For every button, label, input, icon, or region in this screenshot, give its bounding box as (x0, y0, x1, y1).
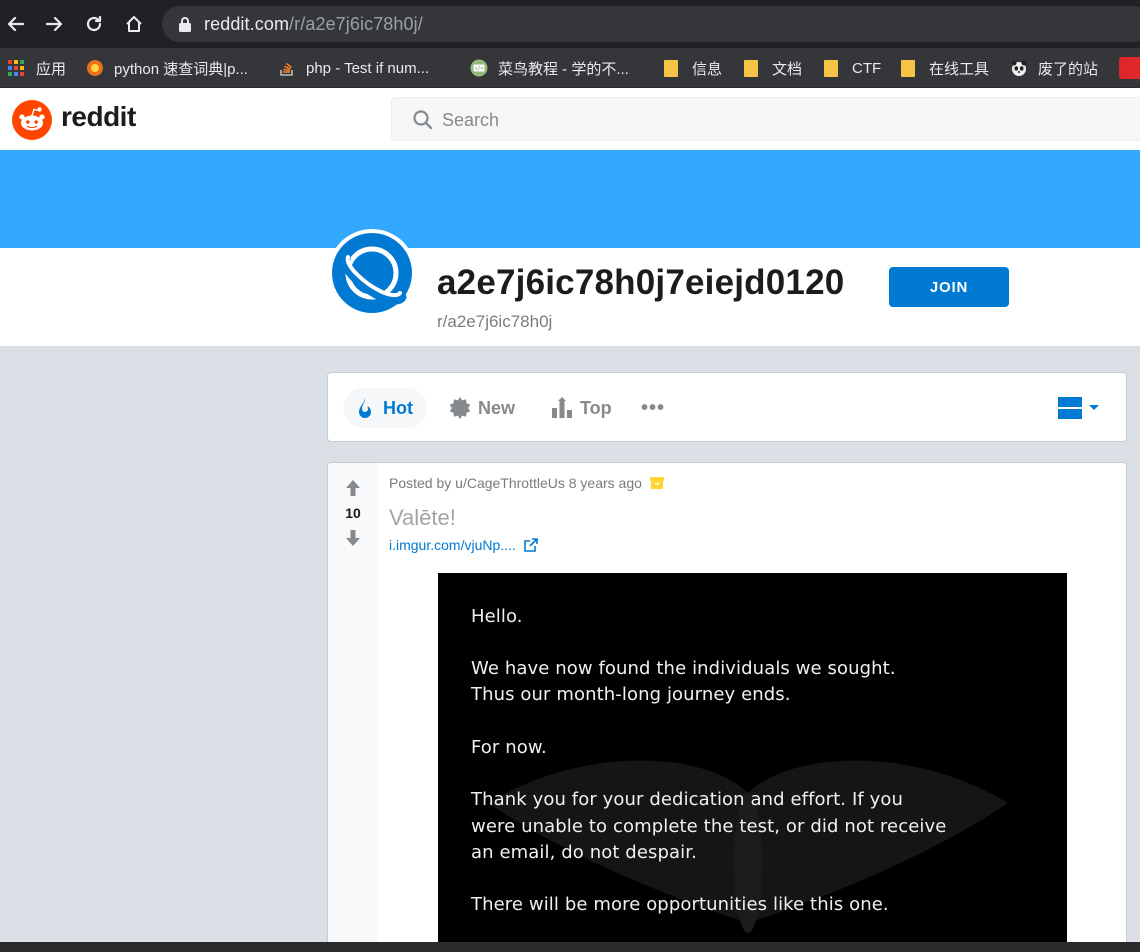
bookmark-apps[interactable]: 应用 (8, 56, 66, 80)
home-button[interactable] (120, 10, 148, 38)
sort-new-label: New (478, 397, 516, 418)
vote-score: 10 (345, 505, 361, 521)
bookmark-label: 信息 (692, 60, 723, 78)
subreddit-banner (0, 150, 1140, 248)
runoob-icon: </> (470, 59, 488, 77)
post-meta: Posted by u/CageThrottleUs 8 years ago (389, 475, 664, 491)
external-link-icon (524, 538, 538, 552)
image-text-line: Thus our month-long journey ends. (471, 684, 791, 705)
view-layout-toggle[interactable] (1058, 395, 1108, 421)
reddit-logo-icon[interactable] (12, 100, 52, 140)
sort-new-tab[interactable]: New (438, 388, 525, 428)
bookmark-folder-tools[interactable]: 在线工具 (901, 56, 989, 80)
burst-icon (449, 397, 471, 419)
bookmarks-bar: 应用 python 速查词典|p... php - Test if num...… (0, 48, 1140, 88)
post-image[interactable]: Hello. We have now found the individuals… (438, 573, 1067, 952)
python-site-icon (87, 60, 103, 76)
apps-grid-icon (8, 60, 24, 76)
bookmark-label: 菜鸟教程 - 学的不... (498, 60, 629, 78)
url-text: reddit.com/r/a2e7j6ic78h0j/ (204, 14, 423, 35)
bookmark-label: php - Test if num... (306, 59, 430, 77)
bookmark-label: 在线工具 (929, 60, 990, 78)
forward-button[interactable] (40, 10, 68, 38)
sort-bar: Hot New Top ••• (327, 372, 1127, 442)
post-author-line[interactable]: Posted by u/CageThrottleUs 8 years ago (389, 475, 642, 491)
post-link-text: i.imgur.com/vjuNp.... (389, 537, 516, 553)
svg-text:</>: </> (474, 66, 483, 72)
bookmark-folder-info[interactable]: 信息 (664, 56, 722, 80)
image-text-line: There will be more opportunities like th… (471, 894, 889, 915)
bookmark-runoob[interactable]: </> 菜鸟教程 - 学的不... (470, 56, 629, 80)
post-link[interactable]: i.imgur.com/vjuNp.... (389, 537, 538, 553)
forward-arrow-icon (45, 16, 63, 32)
address-bar[interactable]: reddit.com/r/a2e7j6ic78h0j/ (162, 6, 1140, 42)
bookmark-label: 废了的站 (1038, 60, 1099, 78)
search-box[interactable] (391, 97, 1140, 141)
panda-icon (1011, 60, 1027, 76)
folder-icon (824, 59, 838, 77)
planet-icon (332, 233, 412, 313)
reload-button[interactable] (80, 10, 108, 38)
image-text-line: were unable to complete the test, or did… (471, 816, 947, 837)
subreddit-avatar (328, 229, 416, 317)
flame-icon (359, 398, 371, 418)
chevron-down-icon (1089, 405, 1099, 410)
folder-icon (901, 59, 915, 77)
reload-icon (86, 15, 102, 32)
bookmark-php[interactable]: php - Test if num... (278, 56, 429, 80)
taskbar-edge (0, 942, 1140, 952)
image-text-line: For now. (471, 737, 547, 758)
sort-top-label: Top (580, 397, 612, 418)
bookmark-label: 应用 (36, 60, 67, 78)
image-text-line: an email, do not despair. (471, 842, 697, 863)
bookmark-label: 文档 (772, 60, 803, 78)
lock-icon (179, 17, 191, 32)
folder-icon (664, 59, 678, 77)
browser-toolbar: reddit.com/r/a2e7j6ic78h0j/ (0, 0, 1140, 48)
back-button[interactable] (2, 10, 30, 38)
image-text-line: Hello. (471, 606, 523, 627)
stackoverflow-icon (280, 62, 293, 76)
archive-icon (649, 477, 664, 489)
subreddit-name: r/a2e7j6ic78h0j (437, 312, 553, 331)
reddit-header: reddit (0, 88, 1140, 150)
bookmark-folder-ctf[interactable]: CTF (824, 56, 881, 80)
bookmark-label: CTF (852, 59, 882, 77)
search-input[interactable] (442, 108, 1042, 132)
back-arrow-icon (7, 16, 25, 32)
bar-chart-icon (552, 397, 572, 418)
home-icon (126, 16, 142, 32)
vote-column: 10 (328, 463, 378, 952)
image-text-line: We have now found the individuals we sou… (471, 658, 896, 679)
post-card[interactable]: 10 Posted by u/CageThrottleUs 8 years ag… (327, 462, 1127, 952)
join-button[interactable]: JOIN (889, 267, 1009, 307)
bookmark-dead-sites[interactable]: 废了的站 (1010, 56, 1098, 80)
post-title[interactable]: Valēte! (389, 505, 456, 531)
reddit-wordmark[interactable]: reddit (61, 101, 136, 133)
sort-more-button[interactable]: ••• (631, 388, 675, 428)
bookmark-folder-docs[interactable]: 文档 (744, 56, 802, 80)
downvote-icon[interactable] (342, 527, 364, 549)
sort-top-tab[interactable]: Top (540, 388, 622, 428)
card-view-icon (1058, 397, 1082, 419)
search-icon (413, 110, 433, 130)
folder-icon (744, 59, 758, 77)
url-host: reddit.com (204, 14, 290, 34)
subreddit-title: a2e7j6ic78h0j7eiejd0120 (437, 263, 845, 302)
url-path: /r/a2e7j6ic78h0j/ (289, 14, 423, 34)
extension-icon[interactable] (1119, 57, 1140, 79)
sort-hot-label: Hot (383, 397, 413, 418)
upvote-icon[interactable] (342, 477, 364, 499)
image-text-line: Thank you for your dedication and effort… (471, 789, 903, 810)
bookmark-label: python 速查词典|p... (114, 60, 248, 78)
bookmark-python[interactable]: python 速查词典|p... (86, 56, 248, 80)
sort-hot-tab[interactable]: Hot (343, 388, 427, 428)
